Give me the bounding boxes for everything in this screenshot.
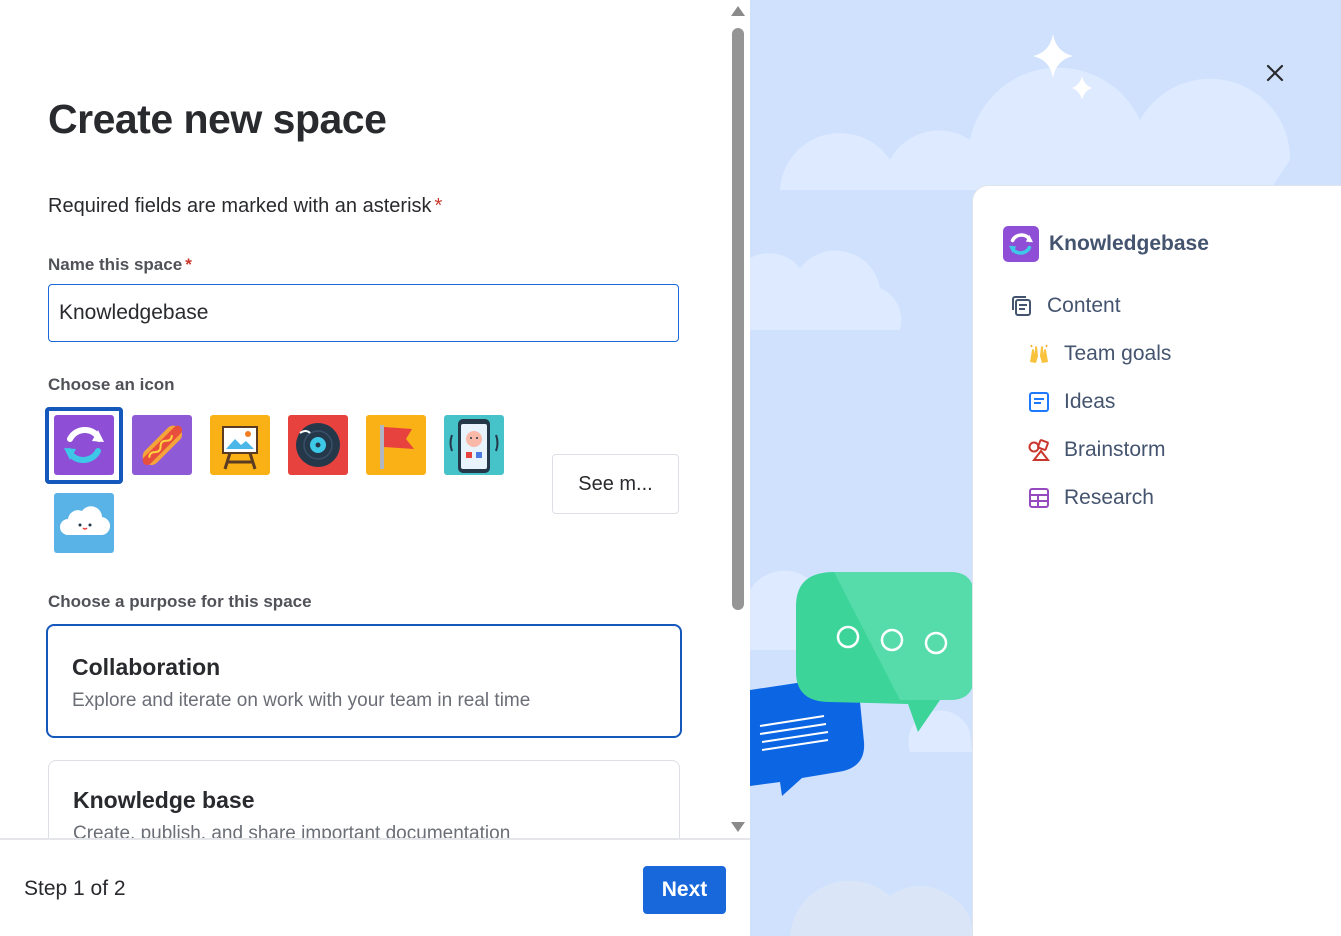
purpose-description: Explore and iterate on work with your te…: [72, 690, 531, 711]
name-label-text: Name this space: [48, 255, 183, 274]
raising-hands-icon: [1026, 341, 1052, 367]
page-icon: [1026, 389, 1052, 415]
name-field-label: Name this space *: [48, 255, 192, 275]
preview-list-item: Ideas: [1026, 389, 1115, 415]
scroll-down-arrow-icon[interactable]: [731, 822, 745, 832]
easel-icon[interactable]: [210, 415, 270, 475]
preview-header: Knowledgebase: [1003, 226, 1209, 262]
form-scrollbar[interactable]: [728, 0, 748, 838]
form-footer: Step 1 of 2 Next: [0, 838, 750, 936]
space-preview-panel: Knowledgebase Content Team goals Ideas B…: [750, 0, 1341, 936]
required-note-text: Required fields are marked with an aster…: [48, 195, 432, 217]
purpose-title: Collaboration: [72, 654, 221, 680]
flag-icon[interactable]: [366, 415, 426, 475]
preview-content-label: Content: [1047, 294, 1121, 317]
preview-item-label: Team goals: [1064, 342, 1172, 365]
purpose-card-knowledge-base[interactable]: Knowledge base Create, publish, and shar…: [48, 760, 680, 838]
database-table-icon: [1026, 485, 1052, 511]
purpose-title: Knowledge base: [73, 787, 255, 813]
content-pages-icon: [1009, 293, 1035, 319]
cloud-face-icon[interactable]: [54, 493, 114, 553]
space-name-input[interactable]: [48, 284, 679, 342]
scroll-up-arrow-icon[interactable]: [731, 6, 745, 16]
next-button[interactable]: Next: [643, 866, 726, 914]
required-asterisk: *: [434, 195, 443, 217]
vinyl-record-icon[interactable]: [288, 415, 348, 475]
preview-item-label: Ideas: [1064, 390, 1116, 413]
see-more-icons-button[interactable]: See m...: [552, 454, 679, 514]
close-icon: [1266, 64, 1284, 82]
preview-item-label: Brainstorm: [1064, 438, 1166, 461]
create-space-form-panel: Create new space Required fields are mar…: [0, 0, 750, 936]
scrollbar-thumb[interactable]: [732, 28, 744, 610]
page-title: Create new space: [48, 96, 387, 142]
purpose-description: Create, publish, and share important doc…: [73, 823, 511, 838]
required-asterisk: *: [185, 255, 192, 274]
hotdog-icon[interactable]: [132, 415, 192, 475]
step-indicator: Step 1 of 2: [24, 877, 126, 900]
sync-arrows-icon: [1003, 226, 1039, 262]
preview-content-item: Content: [1009, 293, 1121, 319]
preview-list-item: Brainstorm: [1026, 437, 1166, 463]
preview-space-name: Knowledgebase: [1049, 232, 1209, 255]
preview-item-label: Research: [1064, 486, 1154, 509]
form-scroll-area[interactable]: Create new space Required fields are mar…: [0, 0, 750, 838]
preview-list-item: Team goals: [1026, 341, 1171, 367]
whiteboard-shapes-icon: [1026, 437, 1052, 463]
sync-arrows-icon[interactable]: [54, 415, 114, 475]
phone-character-icon[interactable]: [444, 415, 504, 475]
purpose-card-collaboration[interactable]: Collaboration Explore and iterate on wor…: [46, 624, 682, 738]
close-button[interactable]: [1260, 58, 1290, 88]
purpose-field-label: Choose a purpose for this space: [48, 592, 312, 611]
required-fields-note: Required fields are marked with an aster…: [48, 195, 442, 218]
preview-list-item: Research: [1026, 485, 1154, 511]
space-sidebar-preview: Knowledgebase Content Team goals Ideas B…: [972, 185, 1341, 936]
icon-field-label: Choose an icon: [48, 375, 175, 394]
